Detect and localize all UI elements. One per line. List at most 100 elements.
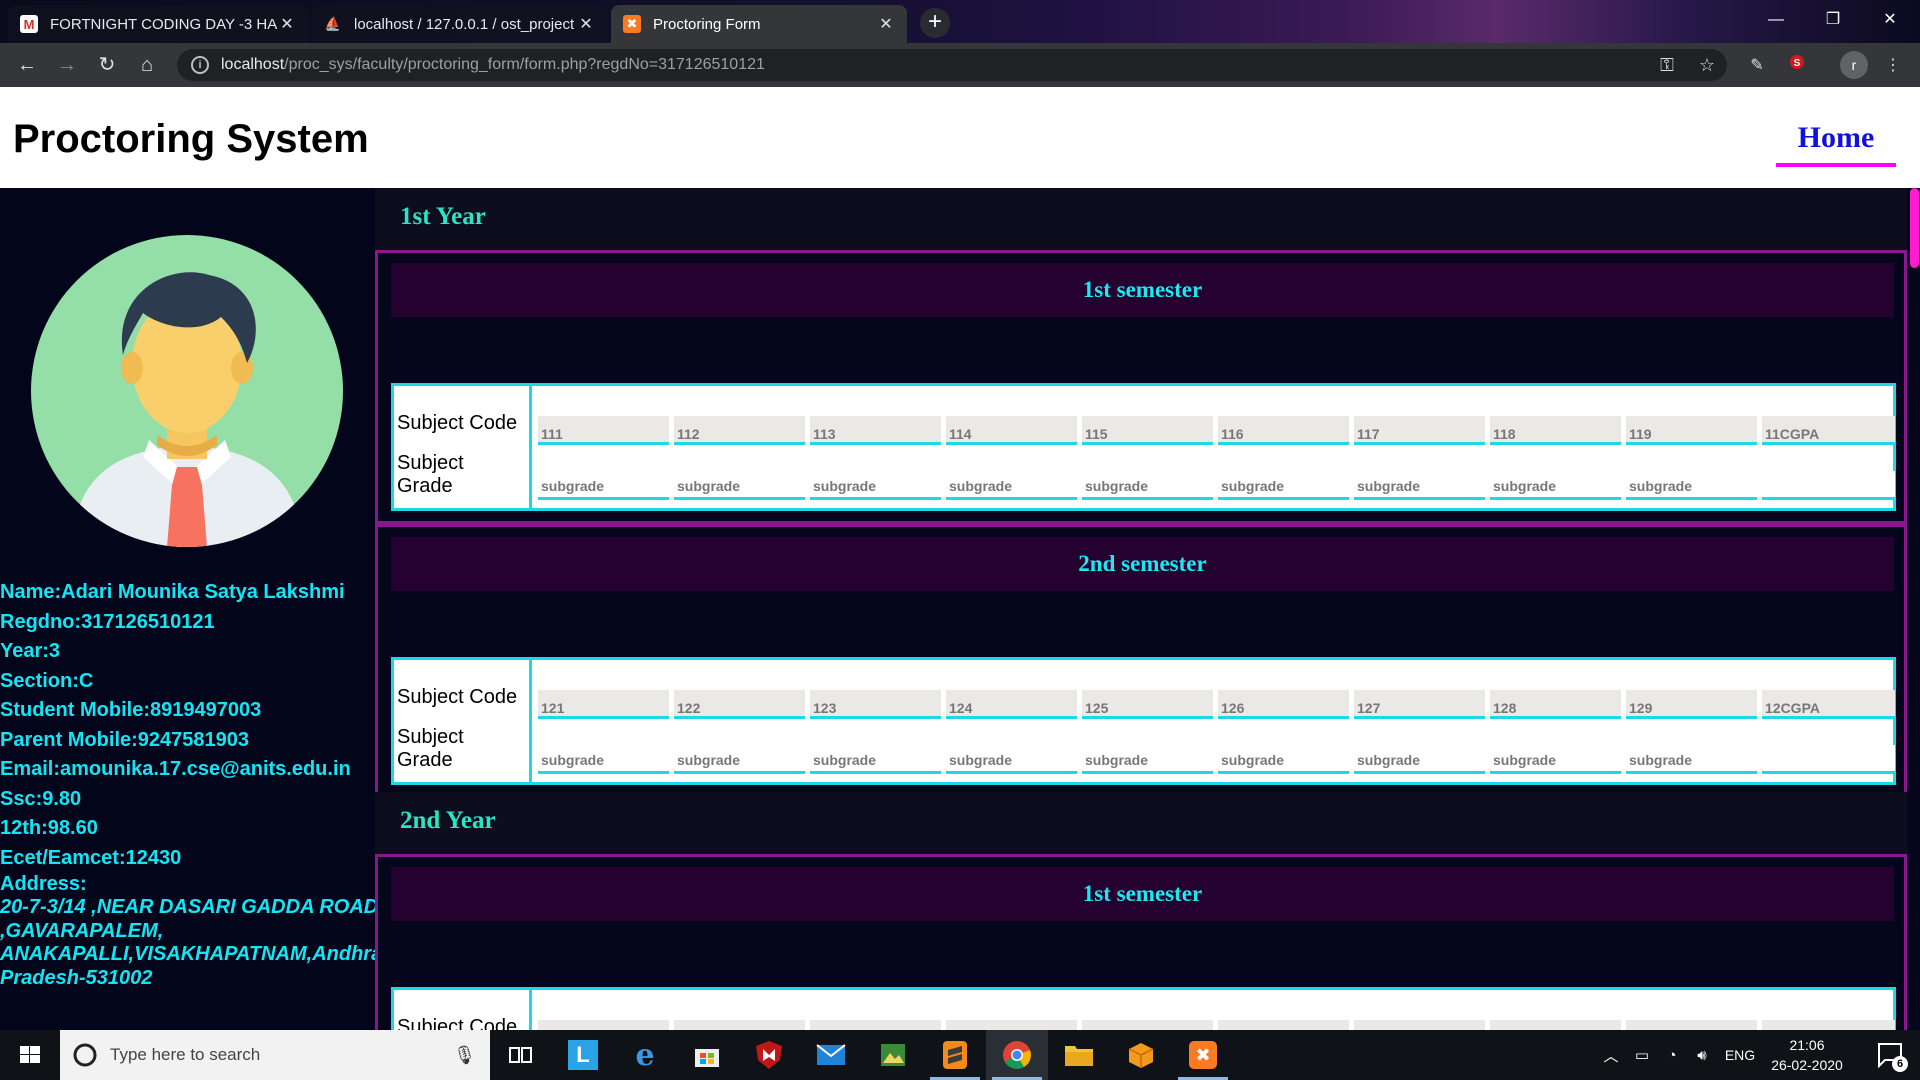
taskbar-clock[interactable]: 21:06 26-02-2020 (1762, 1035, 1852, 1075)
site-info-icon[interactable]: i (191, 56, 209, 74)
scrollbar-thumb[interactable] (1910, 188, 1919, 268)
close-icon[interactable]: ✕ (877, 14, 895, 34)
subject-grade-input[interactable]: subgrade (1490, 471, 1621, 500)
sublime-text-icon[interactable] (924, 1030, 986, 1080)
subject-grade-input[interactable]: subgrade (538, 471, 669, 500)
subject-code-cell[interactable]: 126 (1218, 690, 1349, 719)
edge-browser-icon[interactable]: e (614, 1030, 676, 1080)
browser-tab-proctoring-form[interactable]: ✖ Proctoring Form ✕ (611, 5, 907, 43)
mail-icon[interactable] (800, 1030, 862, 1080)
subject-code-cell[interactable]: 216 (1218, 1020, 1349, 1030)
address-line: ,GAVARAPALEM, (0, 919, 164, 942)
subject-grade-input[interactable]: subgrade (1354, 471, 1485, 500)
subject-code-cell[interactable]: 127 (1354, 690, 1485, 719)
subject-code-cell[interactable]: 118 (1490, 416, 1621, 445)
subject-code-cell[interactable]: 129 (1626, 690, 1757, 719)
restore-button[interactable]: ❐ (1805, 0, 1861, 40)
close-window-button[interactable]: ✕ (1862, 0, 1918, 40)
new-tab-button[interactable]: + (920, 8, 950, 38)
subject-grade-input[interactable]: subgrade (538, 745, 669, 774)
battery-icon[interactable]: ▭ (1628, 1030, 1656, 1080)
close-icon[interactable]: ✕ (278, 14, 296, 34)
store-icon[interactable] (676, 1030, 738, 1080)
volume-icon[interactable]: 🔊︎ (1688, 1030, 1716, 1080)
subject-grade-input[interactable]: subgrade (674, 471, 805, 500)
page-scrollbar[interactable] (1907, 188, 1920, 1030)
browser-tab-phpmyadmin[interactable]: ⛵ localhost / 127.0.0.1 / ost_project ✕ (312, 5, 607, 43)
taskbar-search[interactable]: Type here to search 🎙 (60, 1030, 490, 1080)
subject-grade-input[interactable]: subgrade (1490, 745, 1621, 774)
subject-code-cell[interactable]: 114 (946, 416, 1077, 445)
subject-code-cell[interactable]: 115 (1082, 416, 1213, 445)
subject-code-cell[interactable]: 123 (810, 690, 941, 719)
key-icon[interactable]: ⚿ (1647, 55, 1687, 76)
home-link[interactable]: Home (1776, 115, 1896, 167)
subject-code-cell[interactable]: 117 (1354, 416, 1485, 445)
subject-code-cell[interactable]: 125 (1082, 690, 1213, 719)
subject-grade-input[interactable]: subgrade (1218, 471, 1349, 500)
subject-grade-input[interactable]: subgrade (810, 471, 941, 500)
subject-grade-input[interactable]: subgrade (1082, 745, 1213, 774)
subject-grade-input[interactable] (1762, 471, 1895, 500)
subject-grade-input[interactable]: subgrade (946, 745, 1077, 774)
home-icon[interactable]: ⌂ (132, 50, 162, 80)
browser-tab-gmail[interactable]: M FORTNIGHT CODING DAY -3 HAC ✕ (8, 5, 308, 43)
subject-code-cell[interactable]: 116 (1218, 416, 1349, 445)
tray-chevron-icon[interactable]: ︿ (1596, 1030, 1626, 1080)
mcafee-icon[interactable] (738, 1030, 800, 1080)
profile-avatar[interactable]: r (1840, 51, 1868, 79)
subject-code-cell[interactable]: 124 (946, 690, 1077, 719)
app-l-icon[interactable]: L (552, 1030, 614, 1080)
menu-kebab-icon[interactable]: ⋮ (1880, 53, 1906, 79)
language-indicator[interactable]: ENG (1720, 1030, 1760, 1080)
subject-code-cell[interactable]: 121 (538, 690, 669, 719)
subject-code-cell[interactable]: 119 (1626, 416, 1757, 445)
search-placeholder[interactable]: Type here to search (110, 1045, 453, 1065)
subject-code-cell[interactable]: 217 (1354, 1020, 1485, 1030)
subject-grade-input[interactable]: subgrade (1218, 745, 1349, 774)
close-icon[interactable]: ✕ (577, 14, 595, 34)
photo-app-icon[interactable] (862, 1030, 924, 1080)
pen-extension-icon[interactable]: ✎ (1744, 53, 1770, 79)
subject-code-cell[interactable]: 21CGPA (1762, 1020, 1895, 1030)
subject-grade-input[interactable] (1762, 745, 1895, 774)
file-explorer-icon[interactable] (1048, 1030, 1110, 1080)
subject-grade-input[interactable]: subgrade (674, 745, 805, 774)
reload-button[interactable]: ↻ (92, 50, 122, 80)
package-icon[interactable] (1110, 1030, 1172, 1080)
extension-icon[interactable]: S (1784, 53, 1810, 79)
subject-code-cell[interactable]: 218 (1490, 1020, 1621, 1030)
chrome-icon[interactable] (986, 1030, 1048, 1080)
back-button[interactable]: ← (12, 50, 42, 80)
subject-code-cell[interactable]: 211 (538, 1020, 669, 1030)
subject-code-cell[interactable]: 212 (674, 1020, 805, 1030)
subject-code-cell[interactable]: 122 (674, 690, 805, 719)
forward-button[interactable]: → (52, 50, 82, 80)
star-icon[interactable]: ☆ (1687, 55, 1727, 76)
subject-grade-input[interactable]: subgrade (1626, 471, 1757, 500)
subject-code-cell[interactable]: 214 (946, 1020, 1077, 1030)
windows-start-button[interactable] (0, 1030, 60, 1080)
subject-grade-input[interactable]: subgrade (810, 745, 941, 774)
subject-code-cell[interactable]: 11CGPA (1762, 416, 1895, 445)
subject-code-cell[interactable]: 213 (810, 1020, 941, 1030)
subject-grade-input[interactable]: subgrade (1626, 745, 1757, 774)
xampp-taskbar-icon[interactable]: ✖ (1172, 1030, 1234, 1080)
subject-code-cell[interactable]: 215 (1082, 1020, 1213, 1030)
address-bar[interactable]: i localhost/proc_sys/faculty/proctoring_… (177, 49, 1727, 81)
subject-code-cell[interactable]: 113 (810, 416, 941, 445)
subject-code-cell[interactable]: 219 (1626, 1020, 1757, 1030)
task-view-icon[interactable] (490, 1030, 552, 1080)
subject-code-cell[interactable]: 111 (538, 416, 669, 445)
subject-code-cell[interactable]: 112 (674, 416, 805, 445)
subject-grade-input[interactable]: subgrade (1082, 471, 1213, 500)
subject-code-cell[interactable]: 128 (1490, 690, 1621, 719)
action-center-button[interactable]: 6 (1866, 1030, 1916, 1080)
subject-grade-input[interactable]: subgrade (1354, 745, 1485, 774)
microphone-icon[interactable]: 🎙 (453, 1045, 476, 1066)
subject-code-cell[interactable]: 12CGPA (1762, 690, 1895, 719)
subject-grade-input[interactable]: subgrade (946, 471, 1077, 500)
address-url[interactable]: localhost/proc_sys/faculty/proctoring_fo… (221, 56, 1647, 74)
minimize-button[interactable]: — (1748, 0, 1804, 40)
wifi-icon[interactable]: ◔ (1658, 1030, 1686, 1080)
